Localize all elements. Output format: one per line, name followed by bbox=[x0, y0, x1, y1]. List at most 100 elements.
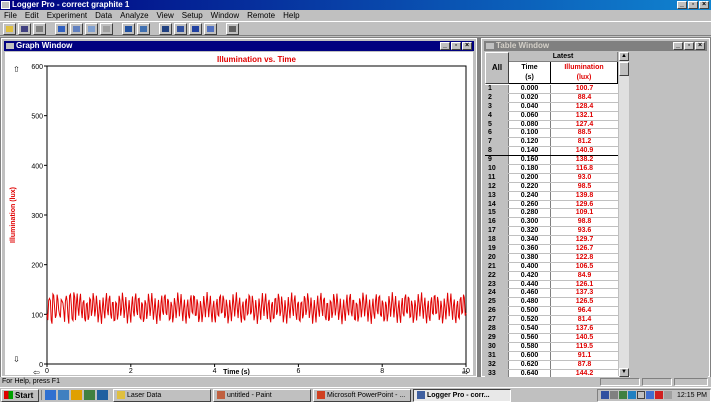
illumination-cell[interactable]: 93.0 bbox=[551, 174, 618, 182]
row-number[interactable]: 9 bbox=[485, 156, 509, 165]
scroll-up-icon[interactable]: ▲ bbox=[619, 52, 629, 61]
row-number[interactable]: 28 bbox=[485, 325, 509, 333]
illumination-cell[interactable]: 81.2 bbox=[551, 138, 618, 146]
time-cell[interactable]: 0.200 bbox=[509, 173, 551, 182]
illumination-cell[interactable]: 119.5 bbox=[551, 343, 618, 351]
row-number[interactable]: 2 bbox=[485, 93, 509, 102]
menu-window[interactable]: Window bbox=[211, 11, 239, 20]
time-cell[interactable]: 0.580 bbox=[509, 342, 551, 351]
illumination-cell[interactable]: 137.6 bbox=[551, 325, 618, 333]
illumination-cell[interactable]: 109.1 bbox=[551, 209, 618, 217]
task-paint[interactable]: untitled - Paint bbox=[213, 388, 311, 402]
illumination-cell[interactable]: 88.5 bbox=[551, 129, 618, 137]
time-cell[interactable]: 0.120 bbox=[509, 138, 551, 147]
clock[interactable]: 12:15 PM bbox=[677, 392, 707, 399]
menu-file[interactable]: File bbox=[4, 11, 17, 20]
time-cell[interactable]: 0.220 bbox=[509, 182, 551, 191]
table-minimize-button[interactable]: _ bbox=[673, 42, 683, 50]
curve-fit-button[interactable] bbox=[174, 22, 187, 35]
graph-plot-area[interactable]: Illumination vs. Time 0 100 200 300 400 500 600… bbox=[5, 52, 473, 375]
illumination-cell[interactable]: 140.5 bbox=[551, 334, 618, 342]
select-all-button[interactable]: All bbox=[485, 52, 509, 84]
table-row[interactable]: 21 0.400 106.5 bbox=[485, 262, 618, 272]
row-number[interactable]: 22 bbox=[485, 271, 509, 280]
illumination-cell[interactable]: 93.6 bbox=[551, 227, 618, 235]
minimize-button[interactable]: _ bbox=[677, 1, 687, 9]
table-row[interactable]: 26 0.500 96.4 bbox=[485, 307, 618, 317]
illumination-cell[interactable]: 129.7 bbox=[551, 236, 618, 244]
x-scroll-right-icon[interactable]: ⇨ bbox=[462, 368, 469, 375]
illumination-cell[interactable]: 129.6 bbox=[551, 201, 618, 209]
time-cell[interactable]: 0.500 bbox=[509, 307, 551, 316]
table-row[interactable]: 8 0.140 140.9 bbox=[485, 147, 618, 157]
time-cell[interactable]: 0.340 bbox=[509, 236, 551, 245]
table-row[interactable]: 12 0.220 98.5 bbox=[485, 182, 618, 192]
table-row[interactable]: 20 0.380 122.8 bbox=[485, 253, 618, 263]
x-scroll-left-icon[interactable]: ⇦ bbox=[33, 368, 40, 375]
row-number[interactable]: 33 bbox=[485, 369, 509, 377]
illumination-cell[interactable]: 88.4 bbox=[551, 94, 618, 102]
row-number[interactable]: 11 bbox=[485, 173, 509, 182]
time-cell[interactable]: 0.560 bbox=[509, 333, 551, 342]
illumination-cell[interactable]: 98.5 bbox=[551, 183, 618, 191]
time-cell[interactable]: 0.080 bbox=[509, 120, 551, 129]
illumination-cell[interactable]: 87.8 bbox=[551, 361, 618, 369]
print-button[interactable] bbox=[33, 22, 46, 35]
time-cell[interactable]: 0.480 bbox=[509, 298, 551, 307]
task-laser-data[interactable]: Laser Data bbox=[113, 388, 211, 402]
time-cell[interactable]: 0.100 bbox=[509, 129, 551, 138]
time-cell[interactable]: 0.440 bbox=[509, 280, 551, 289]
menu-view[interactable]: View bbox=[157, 11, 174, 20]
illumination-cell[interactable]: 122.8 bbox=[551, 254, 618, 262]
illumination-cell[interactable]: 139.8 bbox=[551, 192, 618, 200]
illumination-cell[interactable]: 144.2 bbox=[551, 370, 618, 378]
time-cell[interactable]: 0.640 bbox=[509, 369, 551, 377]
table-row[interactable]: 4 0.060 132.1 bbox=[485, 111, 618, 121]
tangent-button[interactable] bbox=[137, 22, 150, 35]
time-cell[interactable]: 0.280 bbox=[509, 209, 551, 218]
table-row[interactable]: 31 0.600 91.1 bbox=[485, 351, 618, 361]
row-number[interactable]: 13 bbox=[485, 191, 509, 200]
time-cell[interactable]: 0.180 bbox=[509, 165, 551, 173]
channels-icon[interactable] bbox=[97, 390, 108, 400]
time-cell[interactable]: 0.140 bbox=[509, 147, 551, 156]
time-cell[interactable]: 0.520 bbox=[509, 316, 551, 325]
illumination-cell[interactable]: 100.7 bbox=[551, 85, 618, 93]
show-desktop-icon[interactable] bbox=[84, 390, 95, 400]
outlook-express-icon[interactable] bbox=[58, 390, 69, 400]
menu-edit[interactable]: Edit bbox=[25, 11, 39, 20]
menu-data[interactable]: Data bbox=[95, 11, 112, 20]
table-row[interactable]: 32 0.620 87.8 bbox=[485, 360, 618, 370]
row-number[interactable]: 4 bbox=[485, 111, 509, 120]
menu-help[interactable]: Help bbox=[283, 11, 299, 20]
media-player-icon[interactable] bbox=[71, 390, 82, 400]
illumination-column-header[interactable]: Illumination (lux) bbox=[551, 62, 618, 84]
table-row[interactable]: 29 0.560 140.5 bbox=[485, 333, 618, 343]
close-button[interactable]: × bbox=[699, 1, 709, 9]
row-number[interactable]: 21 bbox=[485, 262, 509, 271]
menu-remote[interactable]: Remote bbox=[247, 11, 275, 20]
row-number[interactable]: 17 bbox=[485, 227, 509, 236]
time-cell[interactable]: 0.240 bbox=[509, 191, 551, 200]
time-cell[interactable]: 0.360 bbox=[509, 245, 551, 253]
illumination-cell[interactable]: 126.7 bbox=[551, 245, 618, 253]
table-row[interactable]: 19 0.360 126.7 bbox=[485, 245, 618, 254]
row-number[interactable]: 31 bbox=[485, 351, 509, 360]
time-cell[interactable]: 0.540 bbox=[509, 325, 551, 333]
tray-app-icon[interactable] bbox=[646, 391, 655, 399]
table-row[interactable]: 15 0.280 109.1 bbox=[485, 209, 618, 219]
illumination-cell[interactable]: 91.1 bbox=[551, 352, 618, 360]
row-number[interactable]: 19 bbox=[485, 245, 509, 253]
row-number[interactable]: 3 bbox=[485, 102, 509, 111]
time-cell[interactable]: 0.320 bbox=[509, 227, 551, 236]
graph-restore-button[interactable]: ▫ bbox=[451, 42, 461, 50]
tray-app-icon[interactable] bbox=[655, 391, 664, 399]
table-row[interactable]: 16 0.300 98.8 bbox=[485, 218, 618, 228]
volume-icon[interactable] bbox=[664, 391, 673, 399]
time-cell[interactable]: 0.000 bbox=[509, 85, 551, 93]
row-number[interactable]: 30 bbox=[485, 342, 509, 351]
table-row[interactable]: 2 0.020 88.4 bbox=[485, 93, 618, 103]
illumination-cell[interactable]: 132.1 bbox=[551, 112, 618, 120]
scroll-thumb[interactable] bbox=[619, 62, 629, 76]
row-number[interactable]: 29 bbox=[485, 333, 509, 342]
